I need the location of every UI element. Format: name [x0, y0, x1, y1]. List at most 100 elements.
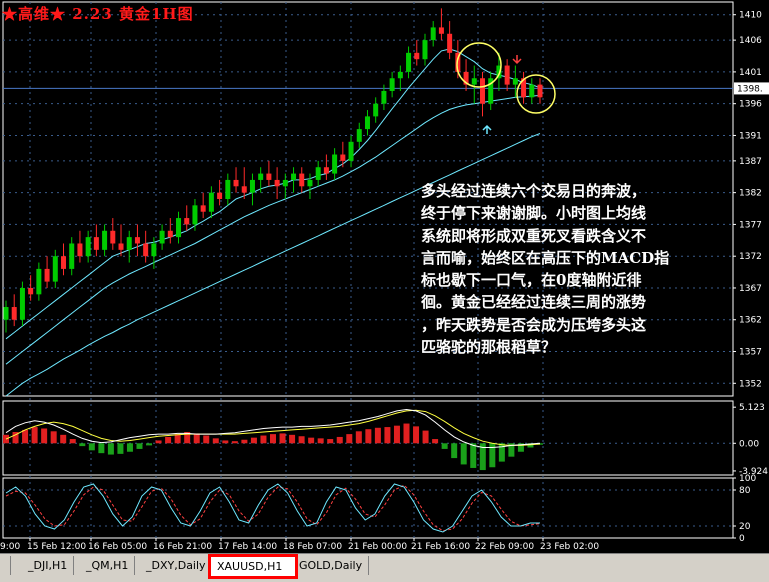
price-tick-label: 1410 — [739, 11, 762, 21]
stochastic-line — [5, 484, 541, 532]
tab-qm[interactable]: _QM,H1 — [80, 556, 136, 575]
tab-xauusd[interactable]: XAUUSD,H1 — [208, 554, 298, 579]
up-arrow-icon — [482, 124, 492, 134]
macd-histogram-bar — [270, 434, 276, 444]
candle-body — [299, 173, 305, 187]
time-tick-label: 23 Feb 02:00 — [540, 542, 599, 552]
stoch-tick-label: 20 — [739, 522, 751, 532]
candle-body — [479, 78, 485, 104]
candle-body — [151, 243, 157, 257]
candle-body — [364, 116, 370, 130]
candle-body — [233, 179, 239, 187]
macd-histogram-bar — [203, 435, 210, 444]
time-tick-label: 21 Feb 00:00 — [348, 542, 407, 552]
macd-histogram-bar — [126, 443, 133, 452]
candle-body — [28, 287, 34, 295]
note-line: 系统即将形成双重死叉看跌含义不 — [421, 226, 647, 245]
candle-body — [291, 173, 297, 180]
candle-body — [192, 205, 198, 225]
macd-histogram-bar — [231, 441, 238, 444]
panel-frame — [2, 477, 734, 539]
time-tick-label: 22 Feb 09:00 — [475, 542, 534, 552]
chart-tab-bar: _DJI,H1 _QM,H1 _DXY,Daily XAUUSD,H1 GOLD… — [0, 553, 769, 582]
candle-body — [282, 179, 288, 187]
macd-histogram-bar — [41, 428, 48, 444]
candle-body — [381, 90, 387, 104]
time-tick-label: 18 Feb 07:00 — [283, 542, 342, 552]
candle-body — [134, 237, 140, 244]
macd-histogram-bar — [470, 443, 477, 468]
price-tick-label: 1367 — [739, 284, 762, 294]
macd-histogram-bar — [88, 443, 95, 451]
tab-gold[interactable]: GOLD,Daily — [293, 556, 370, 575]
note-line: 多头经过连续六个交易日的奔波， — [421, 182, 647, 200]
note-line: ，昨天跌势是否会成为压垮多头这 — [421, 315, 647, 334]
candle-body — [340, 154, 346, 161]
macd-histogram-bar — [355, 431, 362, 444]
candle-body — [438, 27, 444, 34]
macd-histogram-bar — [22, 429, 29, 444]
candle-body — [504, 65, 510, 85]
macd-histogram-bar — [460, 443, 467, 465]
macd-histogram-bar — [146, 443, 153, 446]
macd-histogram-bar — [441, 443, 448, 449]
candle-body — [529, 84, 535, 98]
macd-histogram-bar — [365, 429, 372, 444]
candle-body — [217, 192, 223, 199]
macd-tick-label: 0.00 — [739, 439, 759, 449]
price-tick-label: 1362 — [739, 316, 762, 326]
tab-dxy[interactable]: _DXY,Daily — [140, 556, 213, 575]
macd-histogram-bar — [451, 443, 458, 459]
time-tick-label: 16 Feb 21:00 — [153, 542, 212, 552]
candle-body — [274, 179, 280, 187]
candle-body — [389, 78, 395, 91]
price-tick-label: 1391 — [739, 131, 762, 141]
macd-histogram-bar — [432, 439, 439, 444]
tab-dji[interactable]: _DJI,H1 — [22, 556, 75, 575]
candle-body — [44, 268, 50, 282]
macd-histogram-bar — [222, 440, 229, 444]
macd-tick-label: 5.123 — [739, 403, 765, 413]
candle-body — [77, 243, 83, 257]
candle-body — [348, 141, 354, 161]
macd-histogram-bar — [422, 430, 429, 444]
candle-body — [19, 287, 25, 320]
candle-body — [167, 230, 173, 238]
macd-histogram-bar — [165, 436, 172, 444]
candle-body — [184, 218, 190, 225]
candle-body — [406, 52, 412, 72]
macd-histogram-bar — [413, 426, 420, 444]
price-tick-label: 1377 — [739, 220, 762, 230]
macd-histogram-bar — [346, 434, 353, 444]
macd-histogram-bar — [317, 438, 324, 444]
price-tick-label: 1382 — [739, 189, 762, 199]
candle-body — [307, 179, 313, 187]
macd-histogram-bar — [260, 435, 267, 444]
candle-body — [315, 167, 321, 180]
candle-body — [200, 205, 206, 212]
macd-histogram-bar — [107, 443, 114, 455]
candle-body — [373, 103, 379, 117]
candle-body — [241, 186, 247, 193]
stoch-tick-label: 80 — [739, 486, 751, 496]
macd-histogram-bar — [374, 427, 381, 444]
candle-body — [208, 192, 214, 212]
candle-body — [512, 78, 518, 85]
note-line: 徊。黄金已经经过连续三周的涨势 — [421, 293, 647, 312]
macd-histogram-bar — [60, 434, 67, 444]
candle-body — [11, 307, 17, 320]
chart-header-title: ★高维★ 2.23 黄金1H图 — [2, 5, 194, 23]
down-arrow-icon — [512, 55, 522, 65]
candle-body — [332, 154, 338, 174]
time-axis: 9:00 15 Feb 12:00 16 Feb 05:00 16 Feb 21:00… — [0, 538, 599, 552]
candle-body — [356, 129, 362, 142]
time-tick-label: 15 Feb 12:00 — [27, 542, 86, 552]
macd-histogram-bar — [298, 436, 305, 444]
candle-body — [397, 71, 403, 79]
note-line: 标也歇下一口气，在0度轴附近徘 — [421, 271, 642, 290]
tab-partial[interactable] — [0, 556, 11, 575]
candle-body — [61, 256, 67, 269]
macd-histogram-bar — [31, 427, 38, 444]
macd-histogram-bar — [403, 423, 410, 444]
analysis-note: 多头经过连续六个交易日的奔波， 终于停下来谢谢脚。小时图上均线 系统即将形成双重… — [421, 180, 739, 358]
